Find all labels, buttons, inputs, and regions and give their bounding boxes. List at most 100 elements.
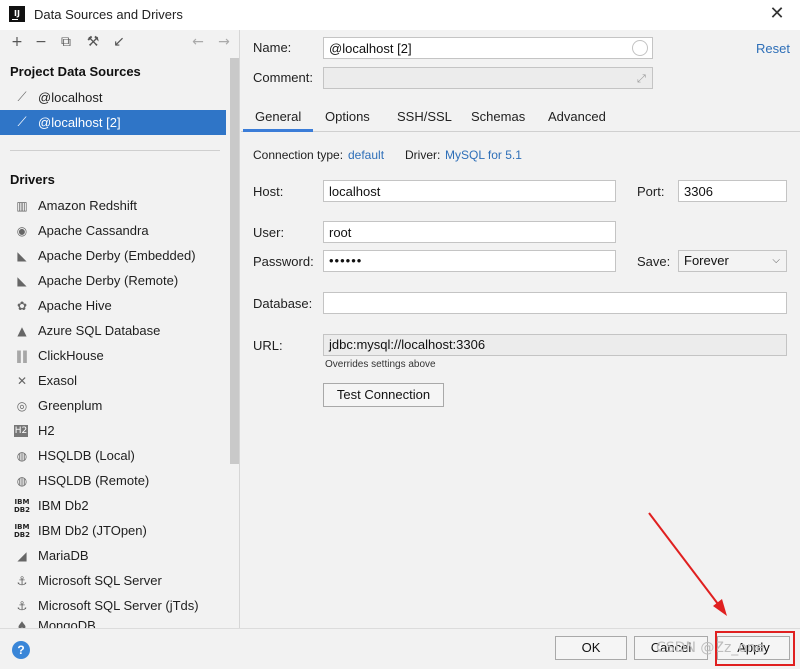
data-source-label: @localhost [2]: [38, 115, 121, 130]
chevron-down-icon: ⌵: [772, 255, 780, 266]
left-toolbar: + − ⧉ ⚒ ↙ ← →: [0, 30, 240, 56]
database-label: Database:: [253, 296, 313, 311]
reset-link[interactable]: Reset: [756, 41, 790, 56]
name-label: Name:: [253, 40, 292, 55]
duplicate-icon[interactable]: ⧉: [57, 33, 75, 51]
data-source-item[interactable]: ⟋ @localhost: [0, 85, 226, 110]
driver-item[interactable]: ◍ HSQLDB (Local): [0, 443, 226, 468]
user-field[interactable]: [323, 221, 616, 243]
ok-button[interactable]: OK: [555, 636, 627, 660]
comment-label: Comment:: [253, 70, 313, 85]
move-icon[interactable]: ↙: [110, 33, 128, 51]
driver-label: Exasol: [38, 373, 78, 388]
driver-label: MongoDB: [38, 618, 96, 628]
tab-advanced[interactable]: Advanced: [536, 102, 618, 132]
driver-label: Apache Hive: [38, 298, 112, 313]
driver-item[interactable]: ⚓ Microsoft SQL Server (jTds): [0, 593, 226, 618]
connection-type-link[interactable]: default: [348, 148, 384, 162]
mssql-icon: ⚓: [16, 573, 28, 588]
ibm-db2-icon: IBM DB2: [14, 497, 31, 514]
driver-link[interactable]: MySQL for 5.1: [445, 148, 522, 162]
intellij-app-icon: IJ: [9, 6, 25, 22]
apply-highlight-box: [715, 631, 795, 666]
save-dropdown-value: Forever: [684, 253, 729, 268]
password-field[interactable]: ••••••: [323, 250, 616, 272]
driver-item[interactable]: ✿ Apache Hive: [0, 293, 226, 318]
driver-label: Amazon Redshift: [38, 198, 137, 213]
ibm-db2-icon: IBM DB2: [14, 522, 31, 539]
forward-arrow-icon[interactable]: →: [215, 33, 233, 51]
driver-item[interactable]: IBM DB2 IBM Db2: [0, 493, 226, 518]
tab-bar: General Options SSH/SSL Schemas Advanced: [241, 102, 800, 132]
clickhouse-bars-icon: ‖‖: [16, 348, 28, 363]
tab-schemas[interactable]: Schemas: [459, 102, 537, 132]
project-data-sources-header: Project Data Sources: [10, 64, 141, 79]
add-icon[interactable]: +: [8, 33, 26, 51]
driver-item[interactable]: IBM DB2 IBM Db2 (JTOpen): [0, 518, 226, 543]
mongodb-leaf-icon: ♠: [16, 619, 28, 628]
driver-item[interactable]: ⚓ Microsoft SQL Server: [0, 568, 226, 593]
driver-label: Greenplum: [38, 398, 103, 413]
url-field[interactable]: jdbc:mysql://localhost:3306: [323, 334, 787, 356]
driver-item[interactable]: ▥ Amazon Redshift: [0, 193, 226, 218]
help-icon[interactable]: ?: [12, 641, 30, 659]
password-label: Password:: [253, 254, 314, 269]
host-field[interactable]: [323, 180, 616, 202]
left-panel: + − ⧉ ⚒ ↙ ← → Project Data Sources ⟋ @lo…: [0, 30, 240, 628]
bottom-bar: ? OK Cancel Apply CSDN @Zz_one: [0, 628, 800, 669]
left-scrollbar[interactable]: [230, 58, 239, 464]
driver-item[interactable]: H2 H2: [0, 418, 226, 443]
url-note: Overrides settings above: [325, 359, 436, 370]
mssql-icon: ⚓: [16, 598, 28, 613]
driver-item[interactable]: ◍ HSQLDB (Remote): [0, 468, 226, 493]
divider: [10, 150, 220, 151]
driver-label: Microsoft SQL Server (jTds): [38, 598, 199, 613]
driver-item[interactable]: ◣ Apache Derby (Remote): [0, 268, 226, 293]
name-field[interactable]: [323, 37, 653, 59]
tab-general[interactable]: General: [243, 102, 314, 132]
redshift-icon: ▥: [16, 198, 28, 213]
driver-item[interactable]: ✕ Exasol: [0, 368, 226, 393]
driver-label: Apache Derby (Remote): [38, 273, 179, 288]
hsqldb-icon: ◍: [16, 473, 28, 488]
drivers-header: Drivers: [10, 172, 55, 187]
driver-item[interactable]: ◢ MariaDB: [0, 543, 226, 568]
derby-hat-icon: ◣: [17, 273, 27, 288]
tab-ssh-ssl[interactable]: SSH/SSL: [385, 102, 464, 132]
save-dropdown[interactable]: Forever ⌵: [678, 250, 787, 272]
close-icon[interactable]: ✕: [766, 3, 788, 25]
wrench-icon[interactable]: ⚒: [84, 33, 102, 51]
azure-icon: ▲: [17, 323, 27, 338]
remove-icon[interactable]: −: [32, 33, 50, 51]
hsqldb-icon: ◍: [16, 448, 28, 463]
cassandra-eye-icon: ◉: [16, 223, 28, 238]
comment-field[interactable]: [323, 67, 653, 89]
expand-icon[interactable]: ⤢: [637, 72, 646, 86]
test-connection-button[interactable]: Test Connection: [323, 383, 444, 407]
back-arrow-icon[interactable]: ←: [189, 33, 207, 51]
mariadb-seal-icon: ◢: [17, 548, 27, 563]
driver-label: HSQLDB (Remote): [38, 473, 150, 488]
driver-item[interactable]: ‖‖ ClickHouse: [0, 343, 226, 368]
driver-label: IBM Db2 (JTOpen): [38, 523, 147, 538]
driver-label: Apache Derby (Embedded): [38, 248, 196, 263]
driver-item[interactable]: ▲ Azure SQL Database: [0, 318, 226, 343]
driver-item[interactable]: ◣ Apache Derby (Embedded): [0, 243, 226, 268]
connection-type-label: Connection type:: [253, 148, 344, 162]
data-source-item-selected[interactable]: ⟋ @localhost [2]: [0, 110, 226, 135]
name-status-icon: [632, 40, 648, 56]
tab-options[interactable]: Options: [313, 102, 382, 132]
driver-label: HSQLDB (Local): [38, 448, 135, 463]
greenplum-circle-icon: ◎: [16, 398, 28, 413]
driver-item[interactable]: ◉ Apache Cassandra: [0, 218, 226, 243]
database-field[interactable]: [323, 292, 787, 314]
driver-label: Apache Cassandra: [38, 223, 149, 238]
driver-item[interactable]: ◎ Greenplum: [0, 393, 226, 418]
test-connection-label: Test Connection: [336, 387, 431, 402]
hive-bee-icon: ✿: [16, 298, 28, 313]
mysql-dolphin-icon: ⟋: [17, 114, 27, 130]
title-bar: IJ Data Sources and Drivers ✕: [0, 0, 800, 30]
user-label: User:: [253, 225, 285, 240]
port-field[interactable]: [678, 180, 787, 202]
driver-item[interactable]: ♠ MongoDB: [0, 618, 226, 628]
